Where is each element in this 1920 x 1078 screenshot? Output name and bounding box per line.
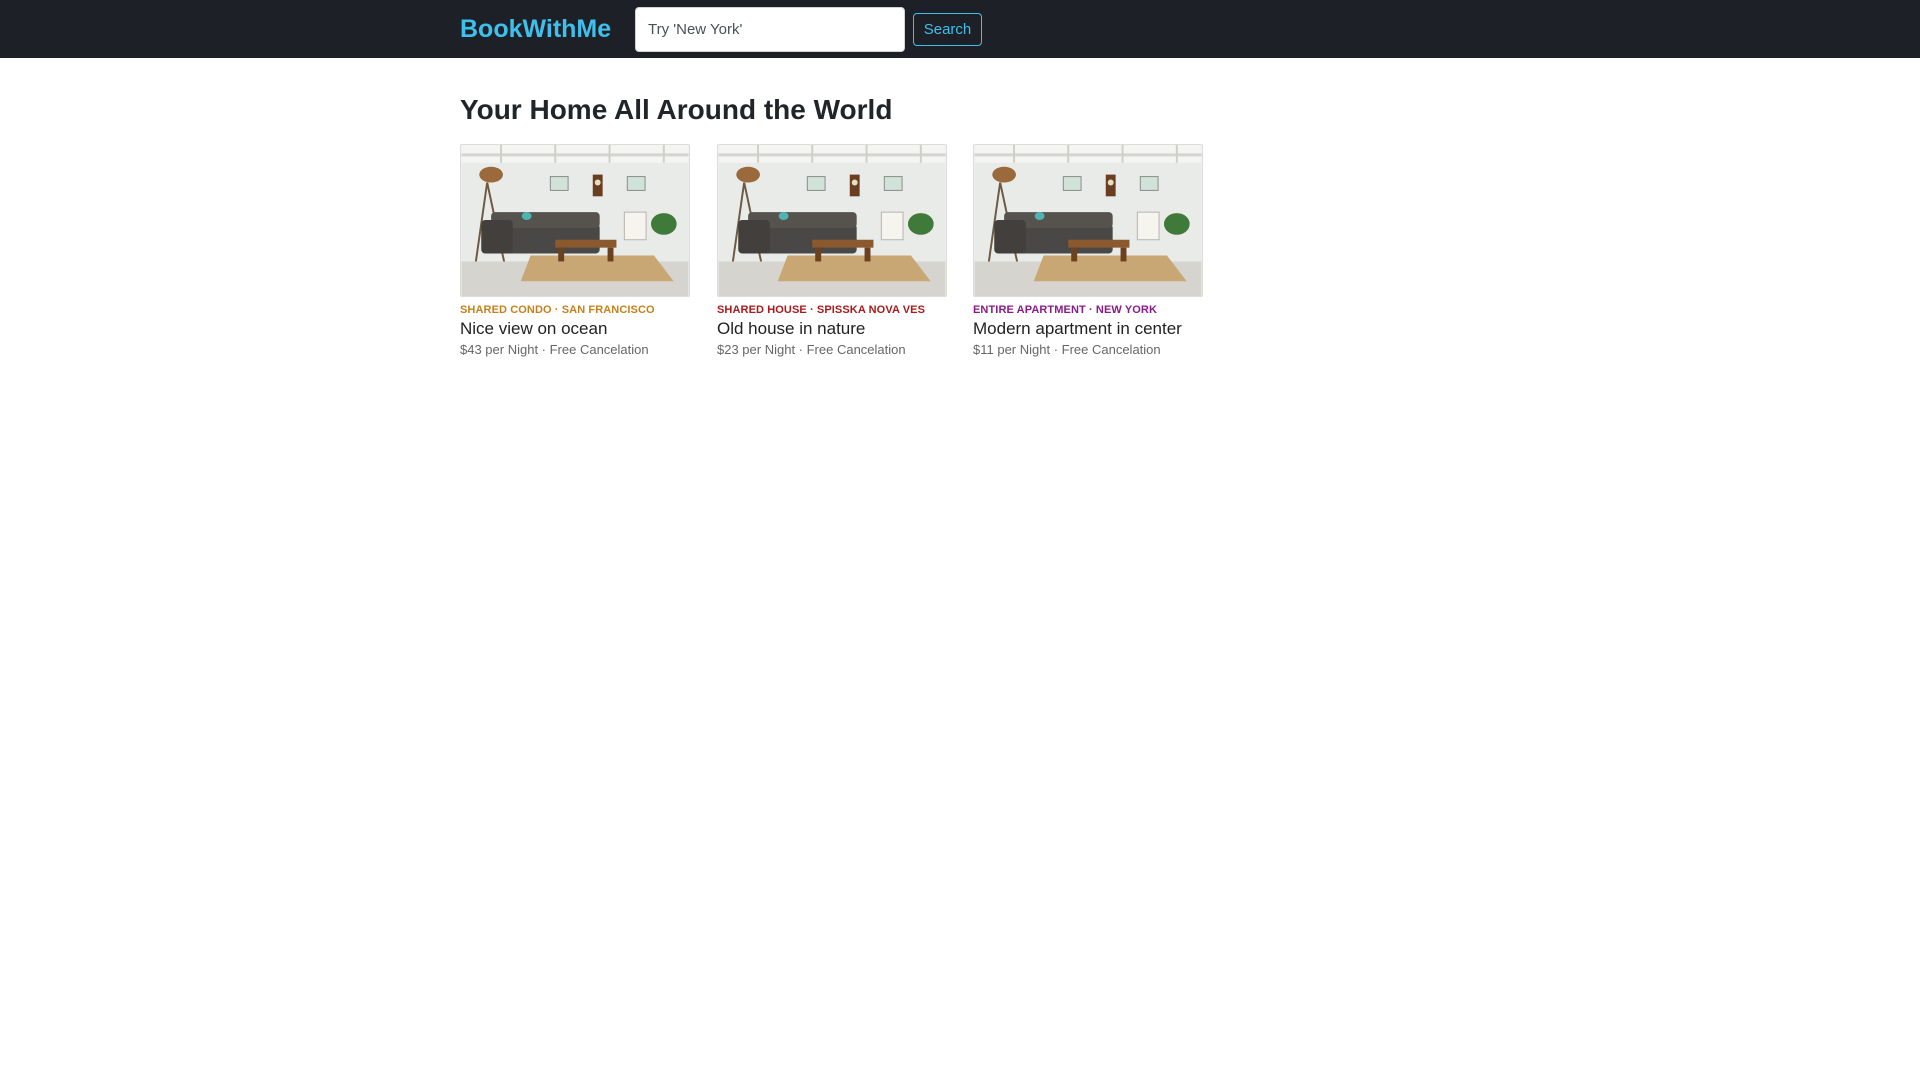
search-input[interactable] — [635, 7, 905, 52]
listing-title: Old house in nature — [717, 319, 866, 338]
search-button[interactable]: Search — [913, 13, 982, 46]
listing-category: SHARED CONDO · SAN FRANCISCO — [460, 304, 655, 316]
listing-title: Modern apartment in center — [973, 319, 1182, 338]
listing-card[interactable]: SHARED HOUSE · SPISSKA NOVA VES Old hous… — [717, 144, 947, 358]
listing-category: ENTIRE APARTMENT · NEW YORK — [973, 304, 1157, 316]
listing-price: $43 per Night · Free Cancelation — [460, 342, 649, 357]
listing-photo — [973, 144, 1203, 297]
listing-card[interactable]: SHARED CONDO · SAN FRANCISCO Nice view o… — [460, 144, 690, 358]
navbar: BookWithMe Search — [0, 0, 1920, 58]
listing-price: $11 per Night · Free Cancelation — [973, 342, 1161, 357]
listing-photo — [460, 144, 690, 297]
listing-category: SHARED HOUSE · SPISSKA NOVA VES — [717, 304, 926, 316]
listing-price: $23 per Night · Free Cancelation — [717, 342, 906, 357]
listing-photo — [717, 144, 947, 297]
brand-logo[interactable]: BookWithMe — [460, 14, 611, 44]
listing-title: Nice view on ocean — [460, 319, 608, 338]
page-title: Your Home All Around the World — [460, 94, 893, 125]
listing-card[interactable]: ENTIRE APARTMENT · NEW YORK Modern apart… — [973, 144, 1203, 358]
